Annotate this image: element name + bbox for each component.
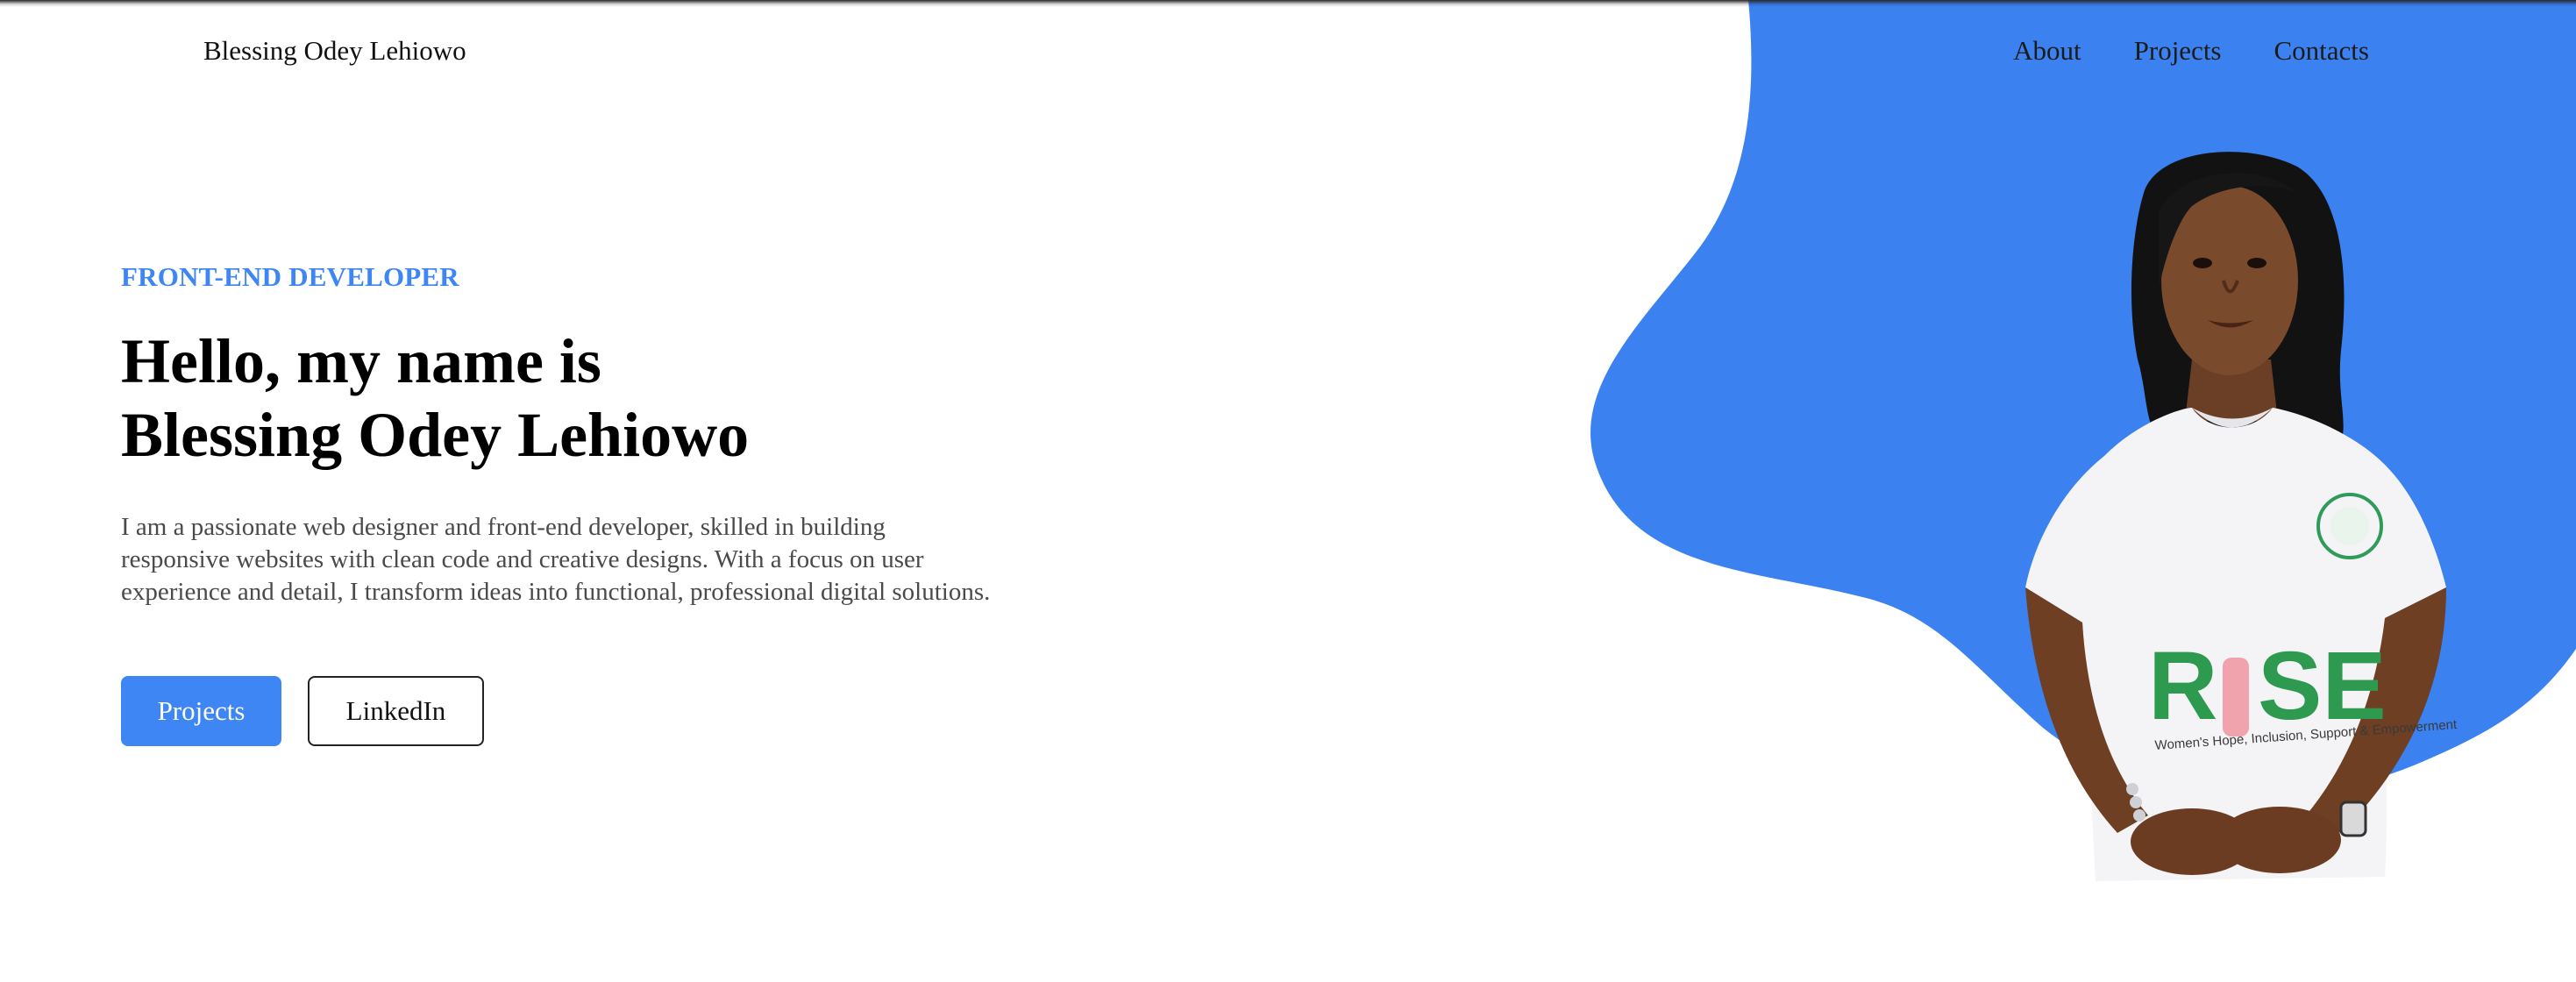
portrait-image: R SE Women's Hope, Inclusion, Support & … <box>2025 152 2459 881</box>
headline-line-2: Blessing Odey Lehiowo <box>121 400 750 470</box>
brand-name[interactable]: Blessing Odey Lehiowo <box>203 35 466 67</box>
role-tagline: FRONT-END DEVELOPER <box>121 261 459 292</box>
nav-projects[interactable]: Projects <box>2134 35 2222 67</box>
page: R SE Women's Hope, Inclusion, Support & … <box>0 0 2576 982</box>
top-nav: About Projects Contacts <box>2013 35 2369 67</box>
headline-line-1: Hello, my name is <box>121 326 601 396</box>
svg-text:R: R <box>2148 632 2217 740</box>
linkedin-button[interactable]: LinkedIn <box>308 676 484 746</box>
projects-button[interactable]: Projects <box>121 676 281 746</box>
hero-headline: Hello, my name is Blessing Odey Lehiowo <box>121 324 749 472</box>
nav-contacts[interactable]: Contacts <box>2274 35 2370 67</box>
nav-about[interactable]: About <box>2013 35 2081 67</box>
top-edge-shadow <box>0 0 2576 7</box>
hero-bio: I am a passionate web designer and front… <box>121 513 991 606</box>
